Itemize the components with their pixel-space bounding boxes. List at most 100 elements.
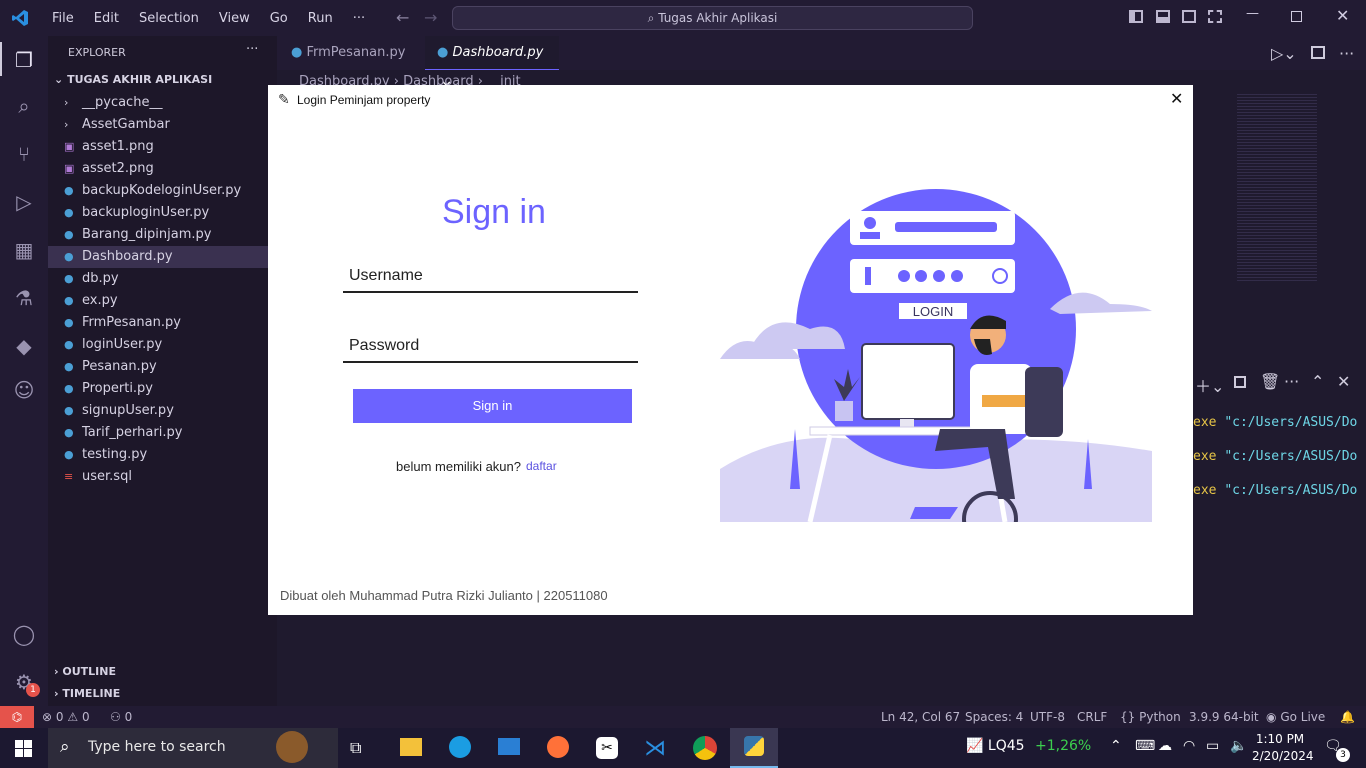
split-editor-icon[interactable]: [1311, 46, 1325, 59]
run-debug-icon[interactable]: ▷: [12, 190, 36, 214]
sidebar-item-file[interactable]: › AssetGambar: [48, 114, 277, 136]
menu-file[interactable]: File: [42, 11, 84, 26]
sidebar-item-label: Barang_dipinjam.py: [82, 227, 212, 242]
stock-widget[interactable]: 📈 LQ45 +1,26%: [966, 738, 1091, 754]
maximize-panel-icon[interactable]: ⌃: [1311, 372, 1324, 391]
go-live-button[interactable]: ◉ Go Live: [1266, 706, 1325, 728]
username-underline: [343, 291, 638, 293]
close-dialog-icon[interactable]: ✕: [1170, 89, 1183, 109]
sidebar-item-file[interactable]: ● Tarif_perhari.py: [48, 422, 277, 444]
sidebar-item-label: user.sql: [82, 469, 132, 484]
sidebar-item-file[interactable]: ● backupKodeloginUser.py: [48, 180, 277, 202]
sidebar-item-file[interactable]: › __pycache__: [48, 92, 277, 114]
capcut-icon[interactable]: ✂: [596, 737, 618, 759]
forward-arrow-icon[interactable]: →: [424, 8, 437, 27]
python-interpreter[interactable]: 3.9.9 64-bit: [1189, 706, 1259, 728]
sidebar-item-file[interactable]: ● signupUser.py: [48, 400, 277, 422]
menu-edit[interactable]: Edit: [84, 11, 129, 26]
clock[interactable]: 1:10 PM 2/20/2024: [1252, 731, 1314, 765]
meet-now-icon[interactable]: ⌨: [1135, 738, 1155, 754]
remote-indicator[interactable]: ⌬: [0, 706, 34, 728]
file-explorer-icon[interactable]: [400, 738, 422, 756]
toggle-panel-icon[interactable]: [1156, 10, 1170, 23]
language-mode[interactable]: {} Python: [1120, 706, 1181, 728]
command-center-search[interactable]: ⌕ Tugas Akhir Aplikasi: [452, 6, 973, 30]
windows-start-icon[interactable]: [15, 740, 32, 757]
new-terminal-icon[interactable]: ＋⌄: [1195, 373, 1224, 397]
kill-terminal-icon[interactable]: 🗑: [1260, 372, 1280, 391]
back-arrow-icon[interactable]: ←: [396, 8, 409, 27]
python-file-icon: ●: [64, 228, 74, 241]
customize-layout-icon[interactable]: [1208, 10, 1222, 23]
battery-icon[interactable]: ▭: [1206, 738, 1219, 754]
taskbar-search-box[interactable]: ⌕ Type here to search: [48, 728, 338, 768]
testing-flask-icon[interactable]: ⚗: [12, 286, 36, 310]
menu-run[interactable]: Run: [298, 11, 343, 26]
edge-icon[interactable]: [449, 736, 471, 758]
wifi-icon[interactable]: ◠: [1183, 738, 1195, 754]
project-folder[interactable]: ⌄ TUGAS AKHIR APLIKASI: [48, 69, 277, 91]
problems-indicator[interactable]: ⊗ 0 ⚠ 0: [42, 706, 90, 728]
python-icon[interactable]: ◆: [12, 334, 36, 358]
sidebar-item-file[interactable]: ● Dashboard.py: [48, 246, 277, 268]
indentation[interactable]: Spaces: 4: [965, 706, 1023, 728]
menu-view[interactable]: View: [209, 11, 260, 26]
outline-section[interactable]: › OUTLINE: [48, 661, 277, 683]
volume-icon[interactable]: 🔈: [1230, 738, 1247, 754]
sidebar-item-file[interactable]: ▣ asset1.png: [48, 136, 277, 158]
close-panel-icon[interactable]: ✕: [1337, 372, 1350, 391]
tab-dashboard[interactable]: ● Dashboard.py ✕: [425, 36, 559, 94]
restore-icon[interactable]: [1291, 11, 1302, 22]
sidebar-item-file[interactable]: ● Barang_dipinjam.py: [48, 224, 277, 246]
username-field[interactable]: Username: [349, 267, 639, 285]
tray-chevron-icon[interactable]: ⌃: [1110, 738, 1122, 754]
explorer-more-icon[interactable]: ···: [246, 42, 258, 57]
vscode-taskbar-icon[interactable]: ⋊: [644, 736, 668, 761]
sidebar-item-file[interactable]: ● db.py: [48, 268, 277, 290]
extensions-icon[interactable]: ▦: [12, 238, 36, 262]
close-window-icon[interactable]: ✕: [1336, 6, 1349, 25]
menu-more[interactable]: ···: [343, 11, 375, 26]
remote-explorer-icon[interactable]: ☺: [12, 378, 36, 402]
menu-selection[interactable]: Selection: [129, 11, 209, 26]
toggle-sidebar-icon[interactable]: [1129, 10, 1143, 23]
notifications-bell-icon[interactable]: 🔔: [1340, 706, 1355, 728]
register-link[interactable]: daftar: [526, 459, 557, 473]
sidebar-item-file[interactable]: ≡ user.sql: [48, 466, 277, 488]
sidebar-item-file[interactable]: ● loginUser.py: [48, 334, 277, 356]
menu-go[interactable]: Go: [260, 11, 298, 26]
sidebar-item-file[interactable]: ● FrmPesanan.py: [48, 312, 277, 334]
tab-frmpesanan[interactable]: ● FrmPesanan.py: [277, 36, 425, 70]
run-file-icon[interactable]: ▷⌄: [1271, 44, 1297, 63]
encoding[interactable]: UTF-8: [1030, 706, 1065, 728]
timeline-section[interactable]: › TIMELINE: [48, 683, 277, 705]
sidebar-item-file[interactable]: ● Properti.py: [48, 378, 277, 400]
sidebar-item-file[interactable]: ▣ asset2.png: [48, 158, 277, 180]
minimize-icon[interactable]: —: [1246, 6, 1259, 21]
python-file-icon: ●: [437, 45, 449, 60]
line-ending[interactable]: CRLF: [1077, 706, 1107, 728]
signin-button[interactable]: Sign in: [353, 389, 632, 423]
minimap[interactable]: [1237, 92, 1317, 282]
firefox-icon[interactable]: [547, 736, 569, 758]
panel-more-icon[interactable]: ···: [1284, 372, 1299, 391]
toggle-secondary-sidebar-icon[interactable]: [1182, 10, 1196, 23]
chrome-icon[interactable]: [693, 736, 717, 760]
password-field[interactable]: Password: [349, 337, 639, 355]
network-off-icon[interactable]: ☁: [1158, 738, 1172, 754]
accounts-icon[interactable]: ◯: [12, 622, 36, 646]
sidebar-item-file[interactable]: ● Pesanan.py: [48, 356, 277, 378]
ports-indicator[interactable]: ⚇ 0: [110, 706, 132, 728]
task-view-icon[interactable]: ⧉: [350, 738, 361, 758]
explorer-icon[interactable]: ❐: [12, 48, 36, 72]
search-icon[interactable]: ⌕: [12, 94, 36, 118]
editor-more-icon[interactable]: ···: [1339, 44, 1354, 63]
cursor-position[interactable]: Ln 42, Col 67: [881, 706, 960, 728]
mail-icon[interactable]: [498, 738, 520, 755]
split-terminal-icon[interactable]: [1234, 376, 1246, 388]
source-control-icon[interactable]: ⑂: [12, 142, 36, 166]
python-app-icon[interactable]: [730, 728, 778, 768]
sidebar-item-file[interactable]: ● backuploginUser.py: [48, 202, 277, 224]
sidebar-item-file[interactable]: ● testing.py: [48, 444, 277, 466]
sidebar-item-file[interactable]: ● ex.py: [48, 290, 277, 312]
